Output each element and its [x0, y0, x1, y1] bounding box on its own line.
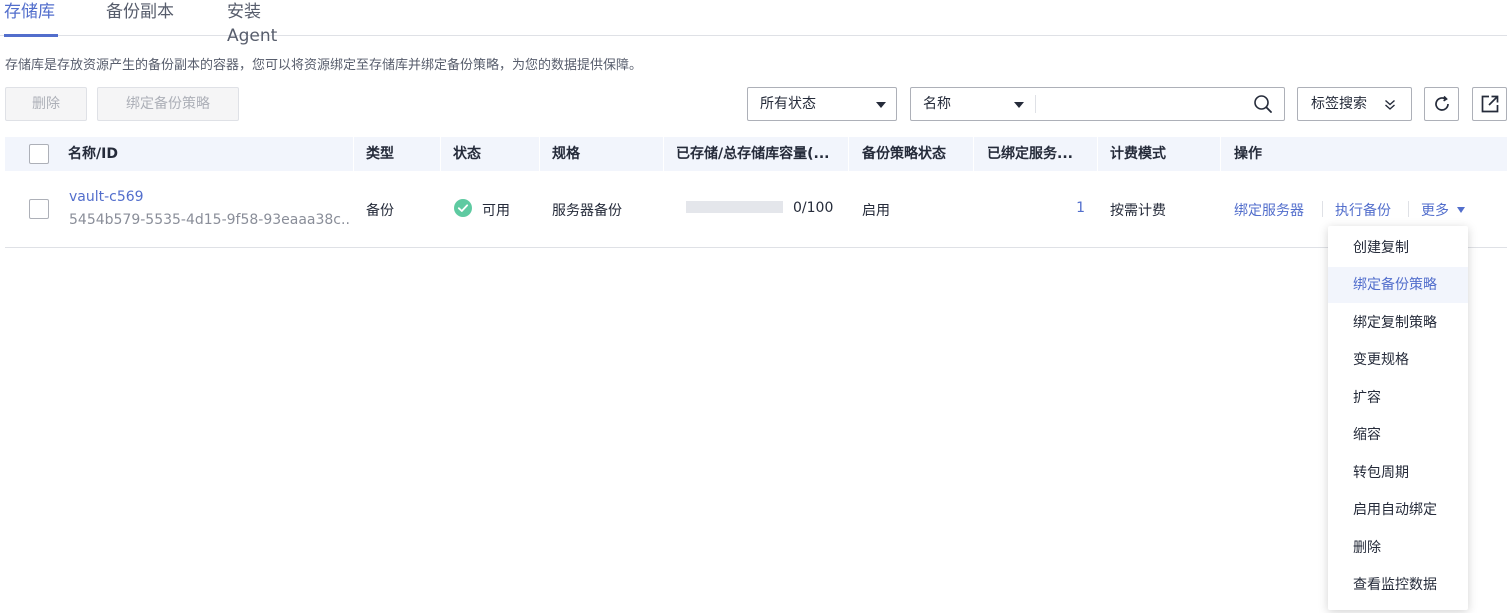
refresh-button[interactable] — [1424, 87, 1459, 121]
status-filter-select[interactable]: 所有状态 — [747, 87, 897, 121]
column-divider — [973, 137, 974, 171]
column-header-actions: 操作 — [1234, 146, 1262, 162]
tab-backups[interactable]: 备份副本 — [106, 0, 180, 36]
search-input[interactable] — [1041, 90, 1241, 118]
bound-servers-count[interactable]: 1 — [1071, 200, 1085, 216]
more-actions-menu: 创建复制 绑定备份策略 绑定复制策略 变更规格 扩容 缩容 转包周期 启用自动绑… — [1328, 226, 1468, 610]
column-divider — [848, 137, 849, 171]
tab-install-agent[interactable]: 安装Agent — [227, 0, 311, 46]
vault-spec: 服务器备份 — [552, 203, 622, 219]
search-divider — [1035, 95, 1036, 113]
caret-down-icon — [1014, 102, 1024, 108]
search-box: 名称 — [910, 87, 1285, 121]
menu-item-shrink[interactable]: 缩容 — [1328, 417, 1468, 453]
capacity-progress-bar — [686, 201, 783, 213]
column-header-type[interactable]: 类型 — [366, 137, 436, 171]
export-icon — [1481, 95, 1499, 113]
page-description: 存储库是存放资源产生的备份副本的容器，您可以将资源绑定至存储库并绑定备份策略，为… — [5, 58, 643, 73]
tab-bar: 存储库 备份副本 安装Agent — [0, 0, 1507, 46]
column-header-capacity[interactable]: 已存储/总存储库容量(... — [676, 137, 842, 171]
vault-status: 可用 — [482, 203, 510, 219]
menu-item-expand[interactable]: 扩容 — [1328, 380, 1468, 416]
table-row: vault-c569 5454b579-5535-4d15-9f58-93eaa… — [5, 171, 1507, 248]
column-divider — [1220, 137, 1221, 171]
column-header-bound-servers[interactable]: 已绑定服务... — [987, 137, 1093, 171]
column-header-policy-status[interactable]: 备份策略状态 — [862, 137, 972, 171]
billing-mode: 按需计费 — [1110, 203, 1166, 219]
vault-type: 备份 — [366, 203, 394, 219]
refresh-icon — [1435, 95, 1449, 111]
column-divider — [539, 137, 540, 171]
column-divider — [353, 137, 354, 171]
select-all-checkbox[interactable] — [29, 144, 49, 164]
column-header-name[interactable]: 名称/ID — [68, 137, 338, 171]
column-divider — [440, 137, 441, 171]
row-checkbox[interactable] — [29, 199, 49, 219]
bind-policy-button[interactable]: 绑定备份策略 — [97, 87, 239, 121]
double-chevron-down-icon — [1385, 99, 1395, 110]
menu-item-bind-backup-policy[interactable]: 绑定备份策略 — [1328, 267, 1468, 303]
delete-button[interactable]: 删除 — [5, 87, 87, 121]
column-divider — [663, 137, 664, 171]
status-filter-value: 所有状态 — [760, 96, 816, 112]
menu-item-create-replication[interactable]: 创建复制 — [1328, 230, 1468, 266]
caret-down-icon — [876, 102, 886, 108]
search-field-value: 名称 — [923, 96, 951, 112]
menu-item-change-spec[interactable]: 变更规格 — [1328, 342, 1468, 378]
more-actions-label: 更多 — [1421, 203, 1449, 219]
capacity-text: 0/100 — [793, 200, 834, 216]
column-divider — [1097, 137, 1098, 171]
policy-status: 启用 — [862, 203, 890, 219]
menu-item-enable-auto-bind[interactable]: 启用自动绑定 — [1328, 492, 1468, 528]
tag-search-label: 标签搜索 — [1311, 96, 1367, 112]
vault-id: 5454b579-5535-4d15-9f58-93eaaa38c... — [69, 212, 349, 228]
export-button[interactable] — [1472, 87, 1507, 121]
column-header-status[interactable]: 状态 — [453, 137, 533, 171]
tab-vaults[interactable]: 存储库 — [4, 0, 58, 37]
more-actions-link[interactable]: 更多 — [1421, 200, 1466, 220]
caret-down-icon — [1457, 207, 1466, 213]
status-ok-icon — [454, 199, 472, 217]
menu-item-bind-replication-policy[interactable]: 绑定复制策略 — [1328, 305, 1468, 341]
tag-search-button[interactable]: 标签搜索 — [1297, 87, 1412, 121]
search-field-select[interactable]: 名称 — [923, 88, 1033, 120]
menu-item-view-monitoring[interactable]: 查看监控数据 — [1328, 567, 1468, 603]
action-divider — [1408, 201, 1409, 217]
table-header: 名称/ID 类型 状态 规格 已存储/总存储库容量(... 备份策略状态 已绑定… — [5, 137, 1507, 171]
column-header-billing[interactable]: 计费模式 — [1110, 137, 1210, 171]
menu-item-to-yearly-monthly[interactable]: 转包周期 — [1328, 455, 1468, 491]
action-divider — [1322, 201, 1323, 217]
bind-server-link[interactable]: 绑定服务器 — [1234, 200, 1304, 220]
run-backup-link[interactable]: 执行备份 — [1335, 200, 1391, 220]
vault-name-link[interactable]: vault-c569 — [69, 189, 144, 205]
search-icon[interactable] — [1253, 94, 1273, 114]
menu-item-delete[interactable]: 删除 — [1328, 530, 1468, 566]
column-header-spec[interactable]: 规格 — [552, 137, 652, 171]
